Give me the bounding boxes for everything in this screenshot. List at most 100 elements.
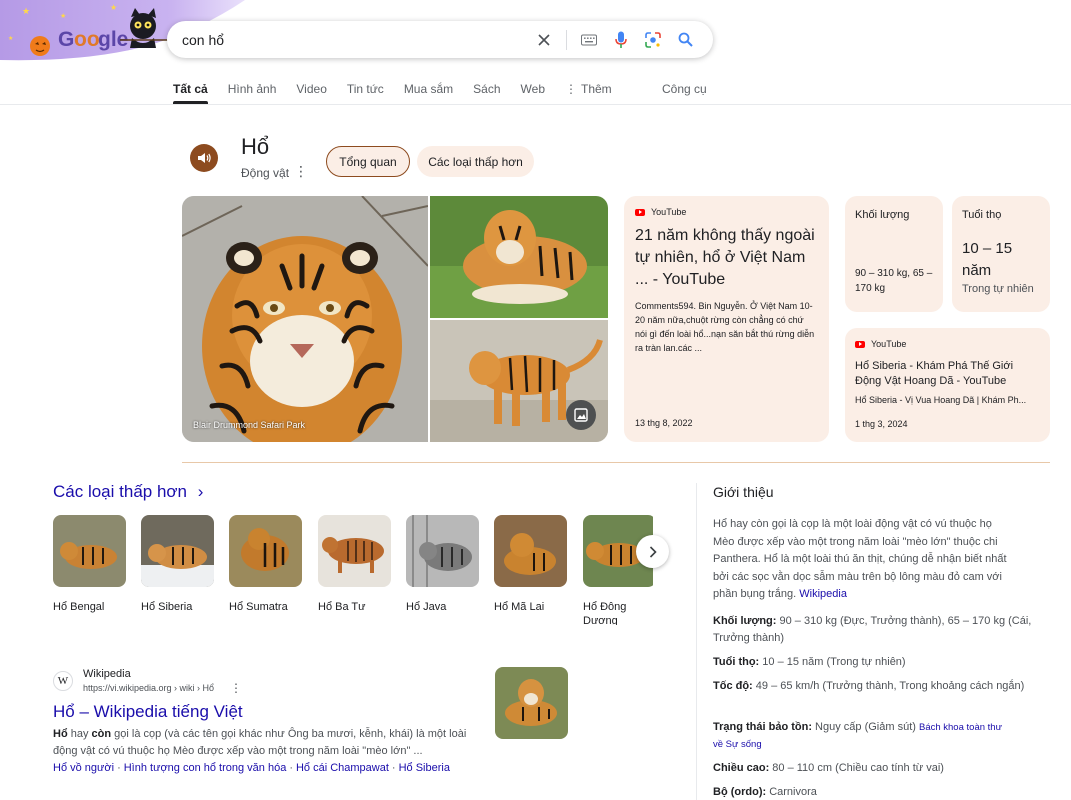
bengal-tiger-thumbnail [53, 515, 126, 587]
tab-web[interactable]: Web [521, 76, 545, 104]
lower-type-item[interactable]: Hổ Bengal [53, 515, 126, 614]
lower-type-label: Hổ Sumatra [229, 601, 288, 613]
tab-video[interactable]: Video [296, 76, 326, 104]
wiki-result-thumbnail[interactable] [495, 667, 568, 739]
video-source: YouTube [855, 339, 1040, 349]
microphone-icon[interactable] [605, 24, 637, 56]
fact-value: Nguy cấp (Giảm sút) [812, 721, 919, 733]
tiger-lying-grass-image[interactable] [430, 196, 608, 318]
sitelink[interactable]: Hổ cái Champawat [296, 762, 389, 774]
result-menu-icon[interactable]: ⋮ [230, 681, 242, 695]
malayan-tiger-thumbnail [494, 515, 567, 587]
google-lens-icon[interactable] [637, 24, 669, 56]
lower-type-label: Hổ Java [406, 601, 447, 613]
lower-type-label: Hổ Siberia [141, 601, 193, 613]
fact-value: Carnivora [766, 786, 817, 798]
more-images-button[interactable] [566, 400, 596, 430]
result-title-link[interactable]: Hổ – Wikipedia tiếng Việt [53, 702, 243, 722]
lower-type-item[interactable]: Hổ Siberia [141, 515, 214, 614]
tools-button[interactable]: Công cụ [662, 76, 707, 102]
search-box[interactable]: con hổ [167, 21, 713, 58]
keyboard-icon[interactable] [573, 24, 605, 56]
fact-key[interactable]: Bộ (ordo): [713, 786, 766, 798]
fact-height: Chiều cao: 80 – 110 cm (Chiều cao tính t… [713, 760, 1033, 777]
carousel-next-button[interactable] [636, 535, 669, 568]
entity-menu-icon[interactable]: ⋮ [294, 163, 308, 180]
lower-type-item[interactable]: Hổ Sumatra [229, 515, 302, 614]
video-card-1[interactable]: YouTube 21 năm không thấy ngoài tự nhiên… [624, 196, 829, 442]
sitelink[interactable]: Hình tượng con hổ trong văn hóa [124, 762, 287, 774]
sitelink[interactable]: Hổ vồ người [53, 762, 114, 774]
snippet-bold: còn [91, 728, 112, 740]
image-icon [574, 408, 588, 422]
about-source-link[interactable]: Wikipedia [799, 588, 847, 600]
result-sitelinks: Hổ vồ người · Hình tượng con hổ trong văn … [53, 762, 450, 774]
fact-card-weight[interactable]: Khối lượng 90 – 310 kg, 65 – 170 kg [845, 196, 943, 312]
fact-key[interactable]: Khối lượng: [713, 615, 776, 627]
result-snippet: Hổ hay còn gọi là cọp (và các tên gọi kh… [53, 726, 483, 760]
about-description: Hổ hay còn gọi là cọp là một loài động v… [713, 516, 1013, 604]
tab-all[interactable]: Tất cả [173, 76, 208, 104]
tab-news[interactable]: Tin tức [347, 76, 384, 104]
tab-shopping[interactable]: Mua sắm [404, 76, 453, 104]
lower-type-label: Hổ Mã Lai [494, 601, 545, 613]
sitelink-separator: · [391, 762, 396, 774]
chip-overview[interactable]: Tổng quan [326, 146, 410, 177]
video-description: Hổ Siberia - Vị Vua Hoang Dã | Khám Ph..… [855, 395, 1027, 405]
fact-key[interactable]: Chiều cao: [713, 762, 769, 774]
video-title[interactable]: 21 năm không thấy ngoài tự nhiên, hổ ở V… [635, 225, 818, 291]
fact-note: Trong tự nhiên [962, 283, 1034, 295]
fact-value: 90 – 310 kg, 65 – 170 kg [855, 268, 933, 294]
lower-type-item[interactable]: Hổ Ba Tư [318, 515, 391, 614]
sitelink[interactable]: Hổ Siberia [399, 762, 450, 774]
lower-types-heading[interactable]: Các loại thấp hơn › [53, 482, 203, 502]
lower-types-title: Các loại thấp hơn [53, 482, 188, 501]
chevron-right-icon: › [197, 482, 204, 501]
fact-key[interactable]: Tốc độ: [713, 680, 753, 692]
fact-order: Bộ (ordo): Carnivora [713, 784, 1033, 800]
fact-key[interactable]: Trạng thái bảo tồn: [713, 721, 812, 733]
search-divider [566, 29, 567, 50]
fact-value: 10 – 15 năm [962, 240, 1013, 279]
video-card-2[interactable]: YouTube Hổ Siberia - Khám Phá Thế Giới Đ… [845, 328, 1050, 442]
snippet-text: gọi là cọp (và các tên gọi khác như Ông … [53, 728, 467, 757]
svg-text:G: G [58, 28, 74, 51]
fact-conservation: Trạng thái bảo tồn: Nguy cấp (Giảm sút) … [713, 719, 1013, 753]
sitelink-separator: · [117, 762, 121, 774]
tiger-face-image[interactable] [182, 196, 428, 442]
chip-lower-types[interactable]: Các loại thấp hơn [417, 146, 534, 177]
fact-speed: Tốc độ: 49 – 65 km/h (Trưởng thành, Tron… [713, 678, 1033, 695]
fact-weight: Khối lượng: 90 – 310 kg (Đực, Trưởng thà… [713, 613, 1033, 647]
search-input[interactable]: con hổ [182, 32, 528, 48]
svg-text:★: ★ [22, 6, 30, 16]
fact-key[interactable]: Tuổi thọ: [713, 656, 759, 668]
tab-more[interactable]: ⋮ Thêm [565, 76, 612, 104]
tab-books[interactable]: Sách [473, 76, 500, 104]
video-title[interactable]: Hổ Siberia - Khám Phá Thế Giới Động Vật … [855, 359, 1040, 388]
caspian-tiger-thumbnail [318, 515, 391, 587]
lower-type-item[interactable]: Hổ Java [406, 515, 479, 614]
section-divider [182, 462, 1050, 463]
snippet-bold: Hổ [53, 728, 68, 740]
video-source-label: YouTube [651, 207, 687, 217]
search-icon[interactable] [669, 24, 701, 56]
lower-type-item[interactable]: Hổ Mã Lai [494, 515, 567, 614]
fact-card-lifespan[interactable]: Tuổi thọ 10 – 15 năm Trong tự nhiên [952, 196, 1050, 312]
tab-images[interactable]: Hình ảnh [228, 76, 277, 104]
entity-subtitle: Động vật [241, 166, 290, 180]
header-divider [0, 104, 1071, 105]
fact-value: 10 – 15 năm (Trong tự nhiên) [759, 656, 906, 668]
image-gallery[interactable]: Blair Drummond Safari Park [182, 196, 608, 442]
lower-type-item[interactable]: Hổ Đông Dương [583, 515, 653, 625]
image-credit: Blair Drummond Safari Park [193, 420, 306, 430]
fact-value: 49 – 65 km/h (Trưởng thành, Trong khoảng… [752, 680, 1025, 692]
youtube-icon [635, 208, 645, 216]
javan-tiger-thumbnail [406, 515, 479, 587]
svg-text:★: ★ [8, 35, 13, 42]
lower-type-label: Hổ Bengal [53, 601, 105, 613]
tab-more-label: Thêm [581, 82, 612, 96]
result-url[interactable]: https://vi.wikipedia.org › wiki › Hổ [83, 683, 214, 693]
result-site-name[interactable]: Wikipedia [83, 668, 131, 680]
speaker-icon[interactable] [190, 144, 218, 172]
clear-icon[interactable] [528, 24, 560, 56]
